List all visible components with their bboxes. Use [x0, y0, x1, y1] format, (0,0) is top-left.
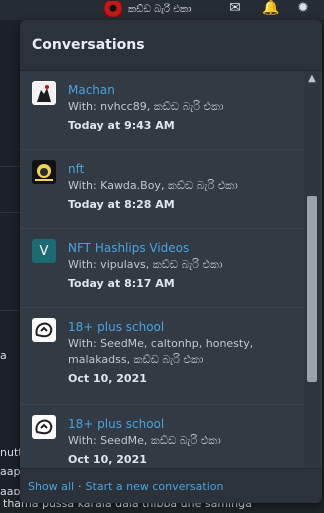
conversation-list[interactable]: Machan With: nvhcc89, කඩ්ඩ බැරි එකා Toda…	[20, 71, 322, 488]
scroll-up-icon[interactable]: ▲	[304, 71, 320, 87]
conversation-date: Today at 8:17 AM	[68, 277, 175, 290]
post-snippet: a	[0, 349, 7, 362]
content-divider	[0, 166, 22, 167]
conversation-participants: With: SeedMe, caltonhp, honesty, malakad…	[68, 337, 254, 366]
scroll-thumb[interactable]	[307, 196, 317, 382]
conversation-participants: With: nvhcc89, කඩ්ඩ බැරි එකා	[68, 100, 224, 113]
conversation-scrollbar[interactable]: ▲ ▼	[304, 71, 320, 488]
user-avatar	[104, 1, 122, 17]
avatar-letter: V	[39, 243, 49, 259]
chat-app-logo	[32, 415, 56, 439]
content-divider	[0, 310, 22, 311]
conversation-date: Oct 10, 2021	[68, 453, 147, 466]
conversation-participants: With: vipulavs, කඩ්ඩ බැරි එකා	[68, 258, 223, 271]
letter-avatar-v: V	[32, 239, 56, 263]
user-menu[interactable]: කඩ්ඩ බැරි එකා	[104, 0, 191, 18]
shadow-figure-avatar	[32, 81, 56, 105]
forum-page: කඩ්ඩ බැරි එකා ✉ 🔔 ✹ a nutta, aapul aapu …	[0, 0, 324, 513]
content-divider	[0, 212, 22, 213]
panel-title: Conversations	[32, 37, 145, 53]
username-label: කඩ්ඩ බැරි එකා	[128, 3, 192, 15]
conversation-title[interactable]: 18+ plus school	[68, 415, 294, 433]
conversation-title[interactable]: NFT Hashlips Videos	[68, 239, 294, 257]
chat-app-logo	[32, 318, 56, 342]
conversation-item[interactable]: nft With: Kawda.Boy, කඩ්ඩ බැරි එකා Today…	[20, 150, 322, 229]
conversation-participants: With: Kawda.Boy, කඩ්ඩ බැරි එකා	[68, 179, 238, 192]
conversation-date: Today at 9:43 AM	[68, 119, 175, 132]
conversation-title[interactable]: Machan	[68, 81, 294, 99]
conversation-title[interactable]: nft	[68, 160, 294, 178]
gear-icon[interactable]: ✹	[294, 0, 312, 16]
conversation-item[interactable]: Machan With: nvhcc89, කඩ්ඩ බැරි එකා Toda…	[20, 71, 322, 150]
top-navigation-bar: කඩ්ඩ බැරි එකා ✉ 🔔 ✹	[0, 0, 324, 20]
conversation-date: Today at 8:28 AM	[68, 198, 175, 211]
forum-content-strip	[0, 20, 22, 513]
conversation-title[interactable]: 18+ plus school	[68, 318, 294, 336]
show-all-link[interactable]: Show all	[28, 480, 74, 493]
footer-separator: ·	[78, 479, 82, 493]
conversation-participants: With: SeedMe, කඩ්ඩ බැරි එකා	[68, 434, 221, 447]
conversation-date: Oct 10, 2021	[68, 372, 147, 385]
panel-header: Conversations	[20, 20, 322, 71]
lion-avatar	[32, 160, 56, 184]
conversations-dropdown: Conversations Machan With: nvhcc89, කඩ්ඩ…	[20, 20, 322, 503]
start-new-conversation-link[interactable]: Start a new conversation	[86, 480, 224, 493]
conversation-item[interactable]: 18+ plus school With: SeedMe, caltonhp, …	[20, 308, 322, 405]
envelope-icon[interactable]: ✉	[226, 0, 244, 16]
panel-footer: Show all · Start a new conversation	[20, 468, 322, 503]
conversation-item[interactable]: V NFT Hashlips Videos With: vipulavs, කඩ…	[20, 229, 322, 308]
bell-icon[interactable]: 🔔	[262, 0, 280, 16]
